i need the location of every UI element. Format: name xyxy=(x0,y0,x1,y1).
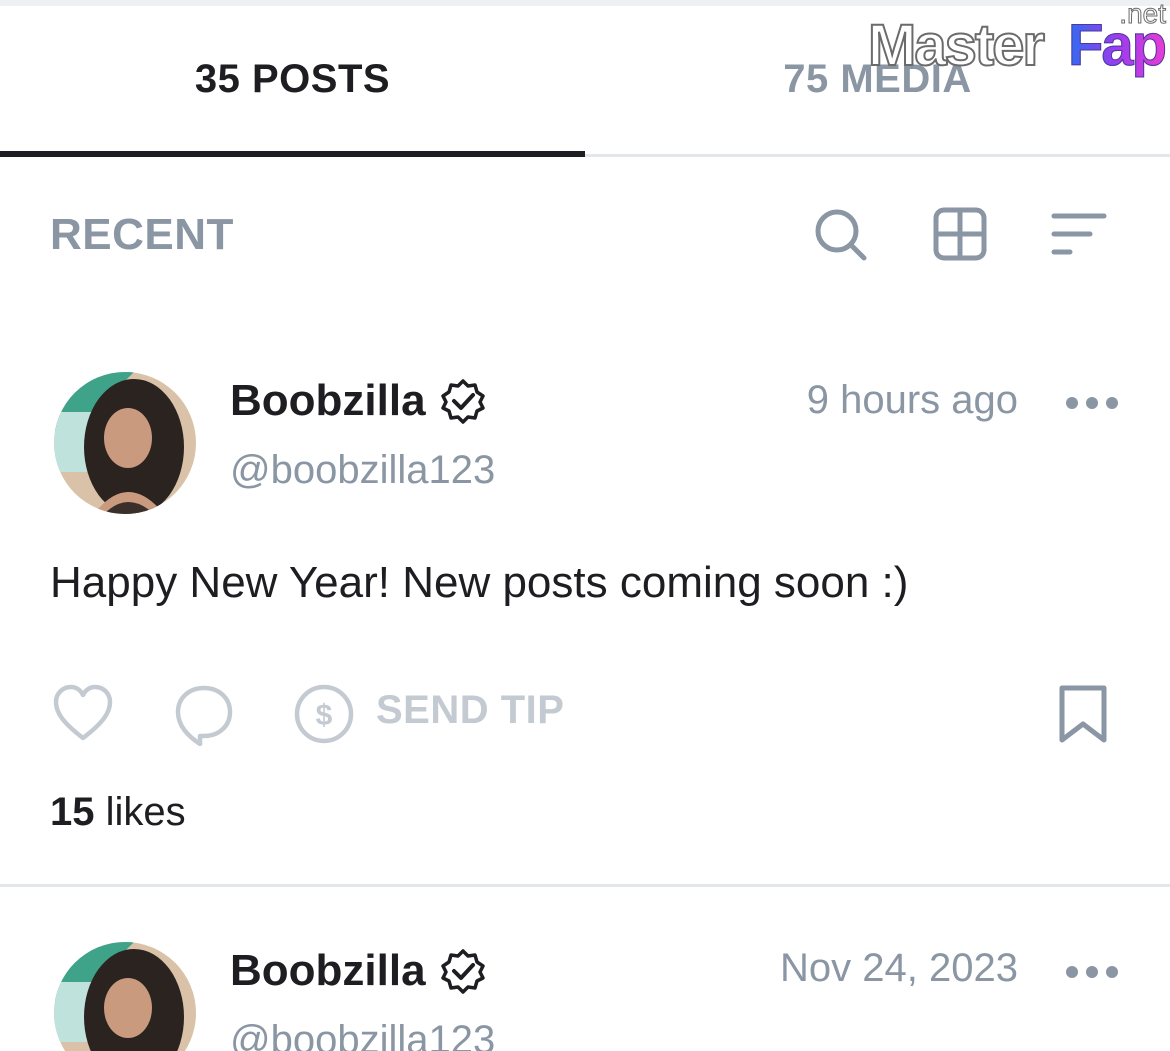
more-options-icon[interactable] xyxy=(1064,962,1120,982)
tip-dollar-icon[interactable]: $ xyxy=(292,682,356,746)
sort-icon[interactable] xyxy=(1050,204,1110,264)
post-author-name[interactable]: Boobzilla xyxy=(230,946,426,996)
post-text: Happy New Year! New posts coming soon :) xyxy=(50,558,909,607)
search-icon[interactable] xyxy=(810,204,870,264)
avatar-photo xyxy=(54,942,196,1051)
like-heart-icon[interactable] xyxy=(52,684,114,742)
tab-posts[interactable]: 35 POSTS xyxy=(0,6,585,152)
verified-icon xyxy=(441,379,485,424)
post-divider xyxy=(0,884,1170,887)
svg-text:$: $ xyxy=(316,699,333,732)
watermark-tld-text: .net xyxy=(1119,0,1167,30)
likes-count[interactable]: 15 likes xyxy=(50,790,186,835)
likes-word: likes xyxy=(94,790,186,834)
bookmark-icon[interactable] xyxy=(1056,684,1110,744)
post-timestamp: Nov 24, 2023 xyxy=(780,946,1018,990)
post-timestamp: 9 hours ago xyxy=(806,378,1018,422)
watermark-master-text: Master xyxy=(867,12,1046,79)
grid-icon[interactable] xyxy=(930,204,990,264)
post-author-name[interactable]: Boobzilla xyxy=(230,376,426,426)
filter-bar: RECENT xyxy=(0,180,1170,290)
sort-label[interactable]: RECENT xyxy=(50,210,234,260)
avatar[interactable] xyxy=(54,372,196,514)
comment-icon[interactable] xyxy=(174,684,234,746)
likes-number: 15 xyxy=(50,790,95,834)
verified-icon xyxy=(441,949,485,994)
post-author-handle[interactable]: @boobzilla123 xyxy=(230,1018,495,1051)
active-tab-indicator xyxy=(0,151,585,157)
avatar-photo xyxy=(54,372,196,514)
post-author-handle[interactable]: @boobzilla123 xyxy=(230,448,495,493)
avatar[interactable] xyxy=(54,942,196,1051)
send-tip-button[interactable]: SEND TIP xyxy=(376,688,564,733)
watermark-logo: Master Fap .net xyxy=(867,0,1168,84)
more-options-icon[interactable] xyxy=(1064,393,1120,413)
